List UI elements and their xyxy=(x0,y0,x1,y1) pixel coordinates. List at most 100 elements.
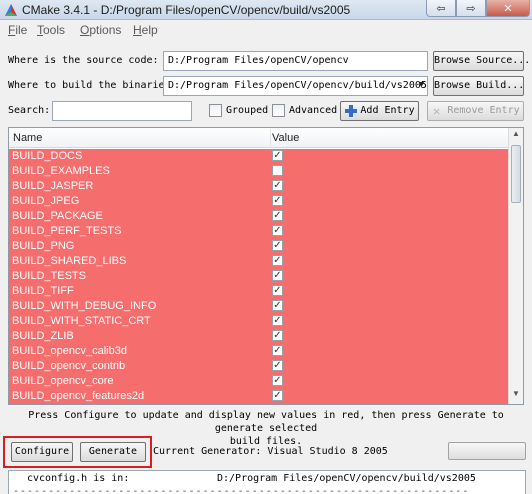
generate-button[interactable]: Generate xyxy=(80,442,146,462)
close-icon[interactable]: ✕ xyxy=(486,0,530,17)
value-checkbox[interactable]: ✓ xyxy=(272,210,283,221)
column-name-header[interactable]: Name xyxy=(13,132,42,144)
table-row[interactable]: BUILD_WITH_STATIC_CRT ✓ xyxy=(9,314,509,329)
output-log[interactable]: cvconfig.h is in: D:/Program Files/openC… xyxy=(8,470,526,494)
menu-tools[interactable]: Tools xyxy=(37,23,65,37)
table-header: Name Value xyxy=(9,128,509,148)
grouped-checkbox[interactable] xyxy=(209,104,222,117)
search-label: Search: xyxy=(8,105,51,116)
add-entry-label: Add Entry xyxy=(360,105,415,116)
table-row[interactable]: BUILD_DOCS ✓ xyxy=(9,149,509,164)
progress-bar xyxy=(448,442,526,460)
table-row[interactable]: BUILD_SHARED_LIBS ✓ xyxy=(9,254,509,269)
scroll-down-icon[interactable]: ▼ xyxy=(509,389,523,403)
table-row[interactable]: BUILD_PACKAGE ✓ xyxy=(9,209,509,224)
value-checkbox[interactable]: ✓ xyxy=(272,345,283,356)
value-checkbox[interactable]: ✓ xyxy=(272,315,283,326)
remove-icon: ✕ xyxy=(433,104,441,118)
table-row[interactable]: BUILD_PERF_TESTS ✓ xyxy=(9,224,509,239)
table-rows: BUILD_DOCS ✓ BUILD_EXAMPLES BUILD_JASPER ✓ BU… xyxy=(9,149,509,404)
row-name: BUILD_PERF_TESTS xyxy=(12,225,122,237)
source-path-input[interactable]: D:/Program Files/openCV/opencv xyxy=(163,51,428,71)
advanced-checkbox[interactable] xyxy=(272,104,285,117)
table-row[interactable]: BUILD_JASPER ✓ xyxy=(9,179,509,194)
cache-table[interactable]: Name Value BUILD_DOCS ✓ BUILD_EXAMPLES BUIL… xyxy=(8,127,524,405)
row-name: BUILD_PACKAGE xyxy=(12,210,103,222)
plus-icon xyxy=(345,105,357,117)
row-name: BUILD_DOCS xyxy=(12,150,83,162)
cmake-logo-icon xyxy=(5,4,17,16)
table-row[interactable]: BUILD_opencv_contrib ✓ xyxy=(9,359,509,374)
value-checkbox[interactable]: ✓ xyxy=(272,255,283,266)
value-checkbox[interactable]: ✓ xyxy=(272,285,283,296)
value-checkbox[interactable]: ✓ xyxy=(272,240,283,251)
row-name: BUILD_JASPER xyxy=(12,180,94,192)
grouped-label: Grouped xyxy=(226,105,269,116)
value-checkbox[interactable]: ✓ xyxy=(272,330,283,341)
table-row[interactable]: BUILD_opencv_features2d ✓ xyxy=(9,389,509,404)
remove-entry-label: Remove Entry xyxy=(447,105,520,116)
table-row[interactable]: BUILD_WITH_DEBUG_INFO ✓ xyxy=(9,299,509,314)
value-checkbox[interactable]: ✓ xyxy=(272,150,283,161)
binaries-label: Where to build the binaries: xyxy=(8,80,177,91)
menu-help[interactable]: Help xyxy=(133,23,158,37)
row-name: BUILD_WITH_STATIC_CRT xyxy=(12,315,151,327)
table-row[interactable]: BUILD_PNG ✓ xyxy=(9,239,509,254)
advanced-label: Advanced xyxy=(289,105,338,116)
forward-icon[interactable]: ⇨ xyxy=(456,0,486,17)
row-name: BUILD_opencv_core xyxy=(12,375,114,387)
scroll-up-icon[interactable]: ▲ xyxy=(509,129,523,143)
table-row[interactable]: BUILD_ZLIB ✓ xyxy=(9,329,509,344)
window-controls: ⇦ ⇨ ✕ xyxy=(426,0,530,18)
menu-file[interactable]: File xyxy=(8,23,27,37)
vertical-scrollbar[interactable]: ▲ ▼ xyxy=(508,128,523,404)
title-bar: CMake 3.4.1 - D:/Program Files/openCV/op… xyxy=(0,0,532,20)
table-row[interactable]: BUILD_EXAMPLES xyxy=(9,164,509,179)
value-checkbox[interactable]: ✓ xyxy=(272,300,283,311)
value-checkbox[interactable]: ✓ xyxy=(272,375,283,386)
table-row[interactable]: BUILD_opencv_calib3d ✓ xyxy=(9,344,509,359)
add-entry-button[interactable]: Add Entry xyxy=(340,101,419,121)
output-label: cvconfig.h is in: xyxy=(27,473,130,484)
chevron-down-icon[interactable]: ▼ xyxy=(419,80,424,90)
row-name: BUILD_PNG xyxy=(12,240,75,252)
value-checkbox[interactable] xyxy=(272,165,283,176)
table-row[interactable]: BUILD_opencv_core ✓ xyxy=(9,374,509,389)
table-row[interactable]: BUILD_JPEG ✓ xyxy=(9,194,509,209)
row-name: BUILD_EXAMPLES xyxy=(12,165,110,177)
column-value-header[interactable]: Value xyxy=(272,132,299,144)
row-name: BUILD_ZLIB xyxy=(12,330,74,342)
search-input[interactable] xyxy=(52,101,192,121)
remove-entry-button[interactable]: ✕ Remove Entry xyxy=(427,101,524,121)
row-name: BUILD_opencv_calib3d xyxy=(12,345,127,357)
value-checkbox[interactable]: ✓ xyxy=(272,180,283,191)
row-name: BUILD_TIFF xyxy=(12,285,74,297)
table-row[interactable]: BUILD_TIFF ✓ xyxy=(9,284,509,299)
value-checkbox[interactable]: ✓ xyxy=(272,270,283,281)
output-path: D:/Program Files/openCV/opencv/build/vs2… xyxy=(217,473,476,484)
row-name: BUILD_opencv_features2d xyxy=(12,390,145,402)
row-name: BUILD_JPEG xyxy=(12,195,80,207)
back-icon[interactable]: ⇦ xyxy=(426,0,456,17)
source-label: Where is the source code: xyxy=(8,55,159,66)
output-divider: ----------------------------------------… xyxy=(13,486,470,494)
current-generator: Current Generator: Visual Studio 8 2005 xyxy=(153,446,388,457)
value-checkbox[interactable]: ✓ xyxy=(272,195,283,206)
row-name: BUILD_TESTS xyxy=(12,270,86,282)
menu-options[interactable]: Options xyxy=(80,23,121,37)
browse-build-button[interactable]: Browse Build... xyxy=(433,76,524,96)
window-title: CMake 3.4.1 - D:/Program Files/openCV/op… xyxy=(22,3,351,17)
build-path-combo[interactable]: D:/Program Files/openCV/opencv/build/vs2… xyxy=(163,76,428,96)
row-name: BUILD_opencv_contrib xyxy=(12,360,126,372)
hint-line-1: Press Configure to update and display ne… xyxy=(28,410,504,434)
value-checkbox[interactable]: ✓ xyxy=(272,390,283,401)
scroll-thumb[interactable] xyxy=(511,145,521,203)
column-divider[interactable] xyxy=(270,129,271,146)
table-row[interactable]: BUILD_TESTS ✓ xyxy=(9,269,509,284)
configure-button[interactable]: Configure xyxy=(11,442,73,462)
build-path-value: D:/Program Files/openCV/opencv/build/vs2… xyxy=(168,80,427,91)
browse-source-button[interactable]: Browse Source... xyxy=(433,51,530,71)
value-checkbox[interactable]: ✓ xyxy=(272,360,283,371)
row-name: BUILD_WITH_DEBUG_INFO xyxy=(12,300,157,312)
value-checkbox[interactable]: ✓ xyxy=(272,225,283,236)
